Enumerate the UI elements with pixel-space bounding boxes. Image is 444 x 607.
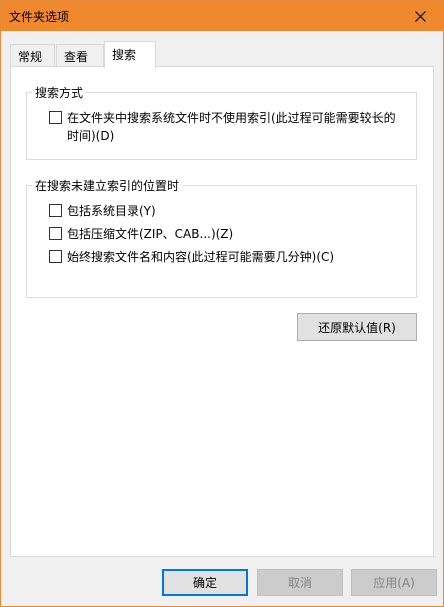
close-button[interactable] [397, 1, 443, 31]
tab-general-label: 常规 [18, 50, 43, 64]
ok-button[interactable]: 确定 [162, 569, 248, 596]
apply-button[interactable]: 应用(A) [351, 569, 437, 596]
checkbox-contents[interactable] [49, 250, 62, 263]
search-method-heading: 搜索方式 [32, 84, 87, 101]
folder-options-dialog: 文件夹选项 常规 查看 搜索 搜索方式 在文件夹中搜索系统文件时不使用索引(此过… [0, 0, 444, 607]
checkbox-system-dirs[interactable] [49, 204, 62, 217]
cancel-button[interactable]: 取消 [257, 569, 343, 596]
tab-view-label: 查看 [64, 50, 89, 64]
search-method-group: 搜索方式 在文件夹中搜索系统文件时不使用索引(此过程可能需要较长的 时间)(D) [26, 84, 417, 160]
checkbox-row-system-dirs[interactable]: 包括系统目录(Y) [49, 202, 156, 220]
checkbox-row-compressed[interactable]: 包括压缩文件(ZIP、CAB...)(Z) [49, 225, 233, 243]
non-indexed-group: 在搜索未建立索引的位置时 包括系统目录(Y) 包括压缩文件(ZIP、CAB...… [26, 177, 417, 298]
title-bar[interactable]: 文件夹选项 [1, 1, 443, 31]
tab-general[interactable]: 常规 [10, 44, 55, 66]
tab-search[interactable]: 搜索 [104, 41, 156, 68]
window-title: 文件夹选项 [9, 10, 70, 24]
checkbox-row-contents[interactable]: 始终搜索文件名和内容(此过程可能需要几分钟)(C) [49, 248, 334, 266]
checkbox-no-index-label[interactable]: 在文件夹中搜索系统文件时不使用索引(此过程可能需要较长的 时间)(D) [67, 109, 396, 145]
no-index-label-line1: 在文件夹中搜索系统文件时不使用索引(此过程可能需要较长的 [67, 111, 396, 125]
checkbox-contents-label[interactable]: 始终搜索文件名和内容(此过程可能需要几分钟)(C) [67, 248, 334, 266]
checkbox-compressed[interactable] [49, 227, 62, 240]
restore-defaults-button[interactable]: 还原默认值(R) [297, 313, 417, 341]
close-icon [414, 10, 426, 22]
no-index-label-line2: 时间)(D) [67, 129, 115, 143]
checkbox-compressed-label[interactable]: 包括压缩文件(ZIP、CAB...)(Z) [67, 225, 233, 243]
checkbox-system-dirs-label[interactable]: 包括系统目录(Y) [67, 202, 156, 220]
checkbox-row-no-index[interactable]: 在文件夹中搜索系统文件时不使用索引(此过程可能需要较长的 时间)(D) [49, 109, 396, 145]
checkbox-no-index[interactable] [49, 111, 62, 124]
tab-view[interactable]: 查看 [56, 44, 104, 66]
tab-panel-search: 搜索方式 在文件夹中搜索系统文件时不使用索引(此过程可能需要较长的 时间)(D)… [10, 66, 434, 557]
tab-search-label: 搜索 [112, 48, 137, 62]
non-indexed-heading: 在搜索未建立索引的位置时 [32, 177, 183, 194]
